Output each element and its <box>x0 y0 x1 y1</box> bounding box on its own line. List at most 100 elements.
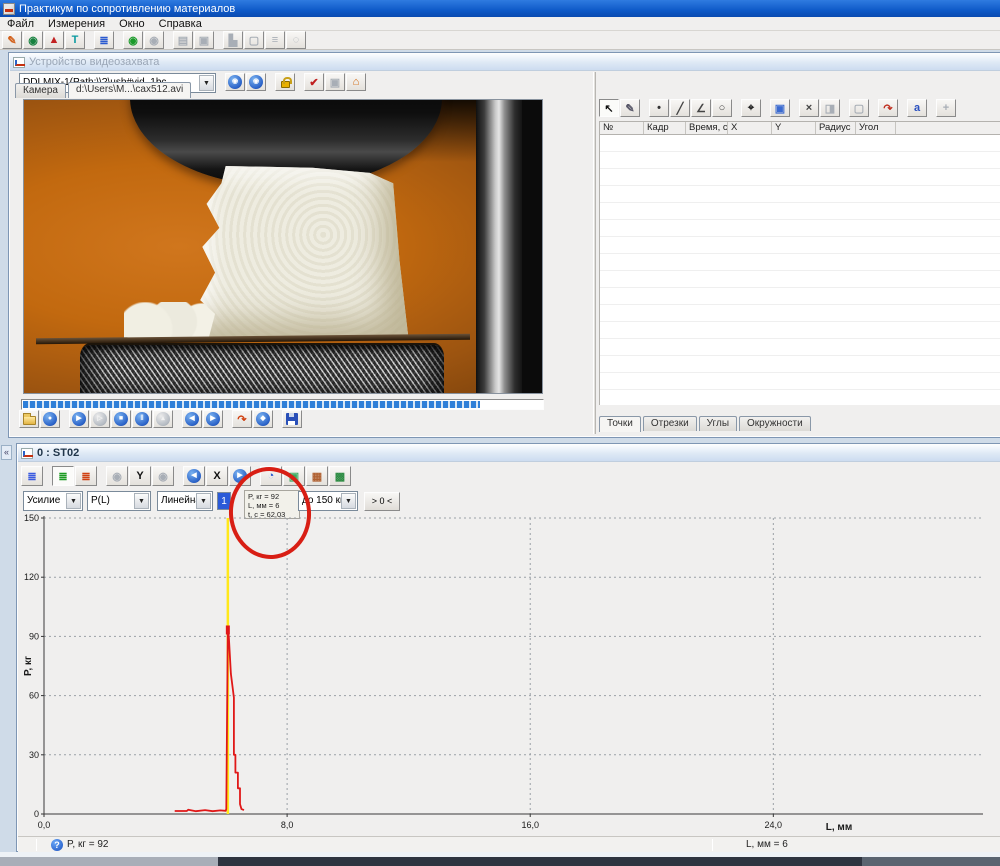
video-frame[interactable] <box>23 99 543 394</box>
series-number-input[interactable]: 1 <box>217 492 231 510</box>
cube-icon[interactable]: ▢ <box>849 99 869 117</box>
video-window-titlebar[interactable]: Устройство видеозахвата <box>10 54 1000 71</box>
tab-точки[interactable]: Точки <box>599 416 641 432</box>
timer-icon[interactable]: ◔ <box>260 466 282 486</box>
video-progress-bar[interactable] <box>21 399 544 410</box>
snapshot-icon[interactable]: ▣ <box>325 73 345 91</box>
column-header[interactable]: Y <box>772 122 816 134</box>
angle-tool-icon[interactable]: ∠ <box>691 99 711 117</box>
x-scroll-right-icon: ▶ <box>233 469 247 483</box>
menu-item-справка[interactable]: Справка <box>152 17 209 30</box>
y-zoom-in-icon[interactable]: ◉ <box>152 466 174 486</box>
table-row <box>600 271 1000 288</box>
lock-icon[interactable] <box>275 73 295 91</box>
tab-отрезки[interactable]: Отрезки <box>643 416 697 431</box>
export-table-icon[interactable]: a <box>907 99 927 117</box>
draw-tool-icon[interactable]: ✎ <box>2 31 22 49</box>
options-icon[interactable]: ≡ <box>265 31 285 49</box>
play-icon[interactable]: ▶ <box>69 410 89 428</box>
axes-tool-icon[interactable]: ⌖ <box>741 99 761 117</box>
point-tool-icon[interactable]: • <box>649 99 669 117</box>
edit-check-icon[interactable]: ✔ <box>304 73 324 91</box>
circle-tool-icon[interactable]: ○ <box>712 99 732 117</box>
select-cursor-icon[interactable]: ↖ <box>599 99 619 117</box>
tab-camera[interactable]: Камера <box>15 83 66 98</box>
column-header[interactable]: № <box>600 122 644 134</box>
save-icon[interactable] <box>282 410 302 428</box>
function-combo[interactable]: P(L) ▼ <box>87 491 151 511</box>
capture-source-icon[interactable]: ◉ <box>246 73 266 91</box>
series-list-icon[interactable]: ≣ <box>21 466 43 486</box>
chart-window-titlebar[interactable]: 0 : ST02 <box>18 445 1000 462</box>
next-frame-icon[interactable]: ▶ <box>203 410 223 428</box>
collapse-panel-button[interactable]: « <box>1 445 12 460</box>
x-axis-button[interactable]: X <box>206 466 228 486</box>
chevron-down-icon[interactable]: ▼ <box>196 493 211 509</box>
range-combo[interactable]: до 150 кг ▼ <box>298 491 358 511</box>
menu-item-файл[interactable]: Файл <box>0 17 41 30</box>
tab-углы[interactable]: Углы <box>699 416 737 431</box>
list-icon[interactable]: ≣ <box>94 31 114 49</box>
globe-icon[interactable]: ◉ <box>23 31 43 49</box>
y-tick-label: 60 <box>29 691 39 701</box>
edit-check-icon: ✔ <box>309 76 318 89</box>
camera-icon[interactable]: ▣ <box>194 31 214 49</box>
capture-icon[interactable]: ● <box>40 410 60 428</box>
record-icon[interactable]: ◉ <box>123 31 143 49</box>
column-header[interactable]: Угол <box>856 122 896 134</box>
x-scroll-left-icon[interactable]: ◀ <box>183 466 205 486</box>
help-circle-icon[interactable]: ◌ <box>286 31 306 49</box>
pen-tool-icon[interactable]: ✎ <box>620 99 640 117</box>
home-icon[interactable]: ⌂ <box>346 73 366 91</box>
scale-combo[interactable]: Линейная ▼ <box>157 491 213 511</box>
refresh-icon[interactable]: ↷ <box>878 99 898 117</box>
stop-icon[interactable]: ◉ <box>144 31 164 49</box>
column-header[interactable]: Кадр <box>644 122 686 134</box>
play-slow-icon[interactable]: ▷ <box>90 410 110 428</box>
chevron-down-icon[interactable]: ▼ <box>134 493 149 509</box>
chevron-down-icon[interactable]: ▼ <box>341 493 356 509</box>
marker-icon[interactable]: ◆ <box>253 410 273 428</box>
film-icon[interactable]: ▤ <box>173 31 193 49</box>
add-icon[interactable]: + <box>936 99 956 117</box>
column-header[interactable]: X <box>728 122 772 134</box>
open-file-icon[interactable] <box>19 410 39 428</box>
segment-tool-icon[interactable]: ╱ <box>670 99 690 117</box>
frame-grab-icon[interactable]: ▣ <box>770 99 790 117</box>
measure-table-body[interactable] <box>599 135 1000 405</box>
column-header[interactable]: Радиус <box>816 122 856 134</box>
chevron-down-icon[interactable]: ▼ <box>199 75 214 91</box>
series-red-icon[interactable]: ≣ <box>75 466 97 486</box>
prev-frame-icon[interactable]: ◀ <box>182 410 202 428</box>
table-icon[interactable]: ▦ <box>306 466 328 486</box>
menu-item-измерения[interactable]: Измерения <box>41 17 112 30</box>
clear-icon[interactable]: ◨ <box>820 99 840 117</box>
angle-tool-icon: ∠ <box>696 102 706 115</box>
column-header[interactable]: Время, с <box>686 122 728 134</box>
delete-icon[interactable]: × <box>799 99 819 117</box>
tab-окружности[interactable]: Окружности <box>739 416 811 431</box>
chevron-down-icon[interactable]: ▼ <box>66 493 81 509</box>
capture-config-icon[interactable]: ◉ <box>225 73 245 91</box>
series-green-icon[interactable]: ≣ <box>52 466 74 486</box>
tab-video-file[interactable]: d:\Users\M...\сах512.avi <box>68 82 191 98</box>
image-export-icon[interactable]: ▩ <box>329 466 351 486</box>
x-scroll-right-icon[interactable]: ▶ <box>229 466 251 486</box>
notes-icon[interactable]: ▢ <box>244 31 264 49</box>
peak-marker <box>226 625 230 634</box>
text-tool-icon[interactable]: T <box>65 31 85 49</box>
y-zoom-out-icon[interactable]: ◉ <box>106 466 128 486</box>
stop-icon[interactable]: ■ <box>111 410 131 428</box>
zero-button[interactable]: > 0 < <box>364 492 400 511</box>
menu-item-окно[interactable]: Окно <box>112 17 152 30</box>
chart-icon[interactable]: ▙ <box>223 31 243 49</box>
pause-icon[interactable]: ‖ <box>132 410 152 428</box>
eject-icon[interactable]: ▴ <box>153 410 173 428</box>
export-icon[interactable]: ▲ <box>44 31 64 49</box>
range-combo-value: до 150 кг <box>302 495 344 506</box>
x-scroll-left-icon: ◀ <box>187 469 201 483</box>
quantity-combo[interactable]: Усилие ▼ <box>23 491 83 511</box>
picture-icon[interactable]: ▣ <box>283 466 305 486</box>
repeat-icon[interactable]: ↷ <box>232 410 252 428</box>
y-axis-button[interactable]: Y <box>129 466 151 486</box>
